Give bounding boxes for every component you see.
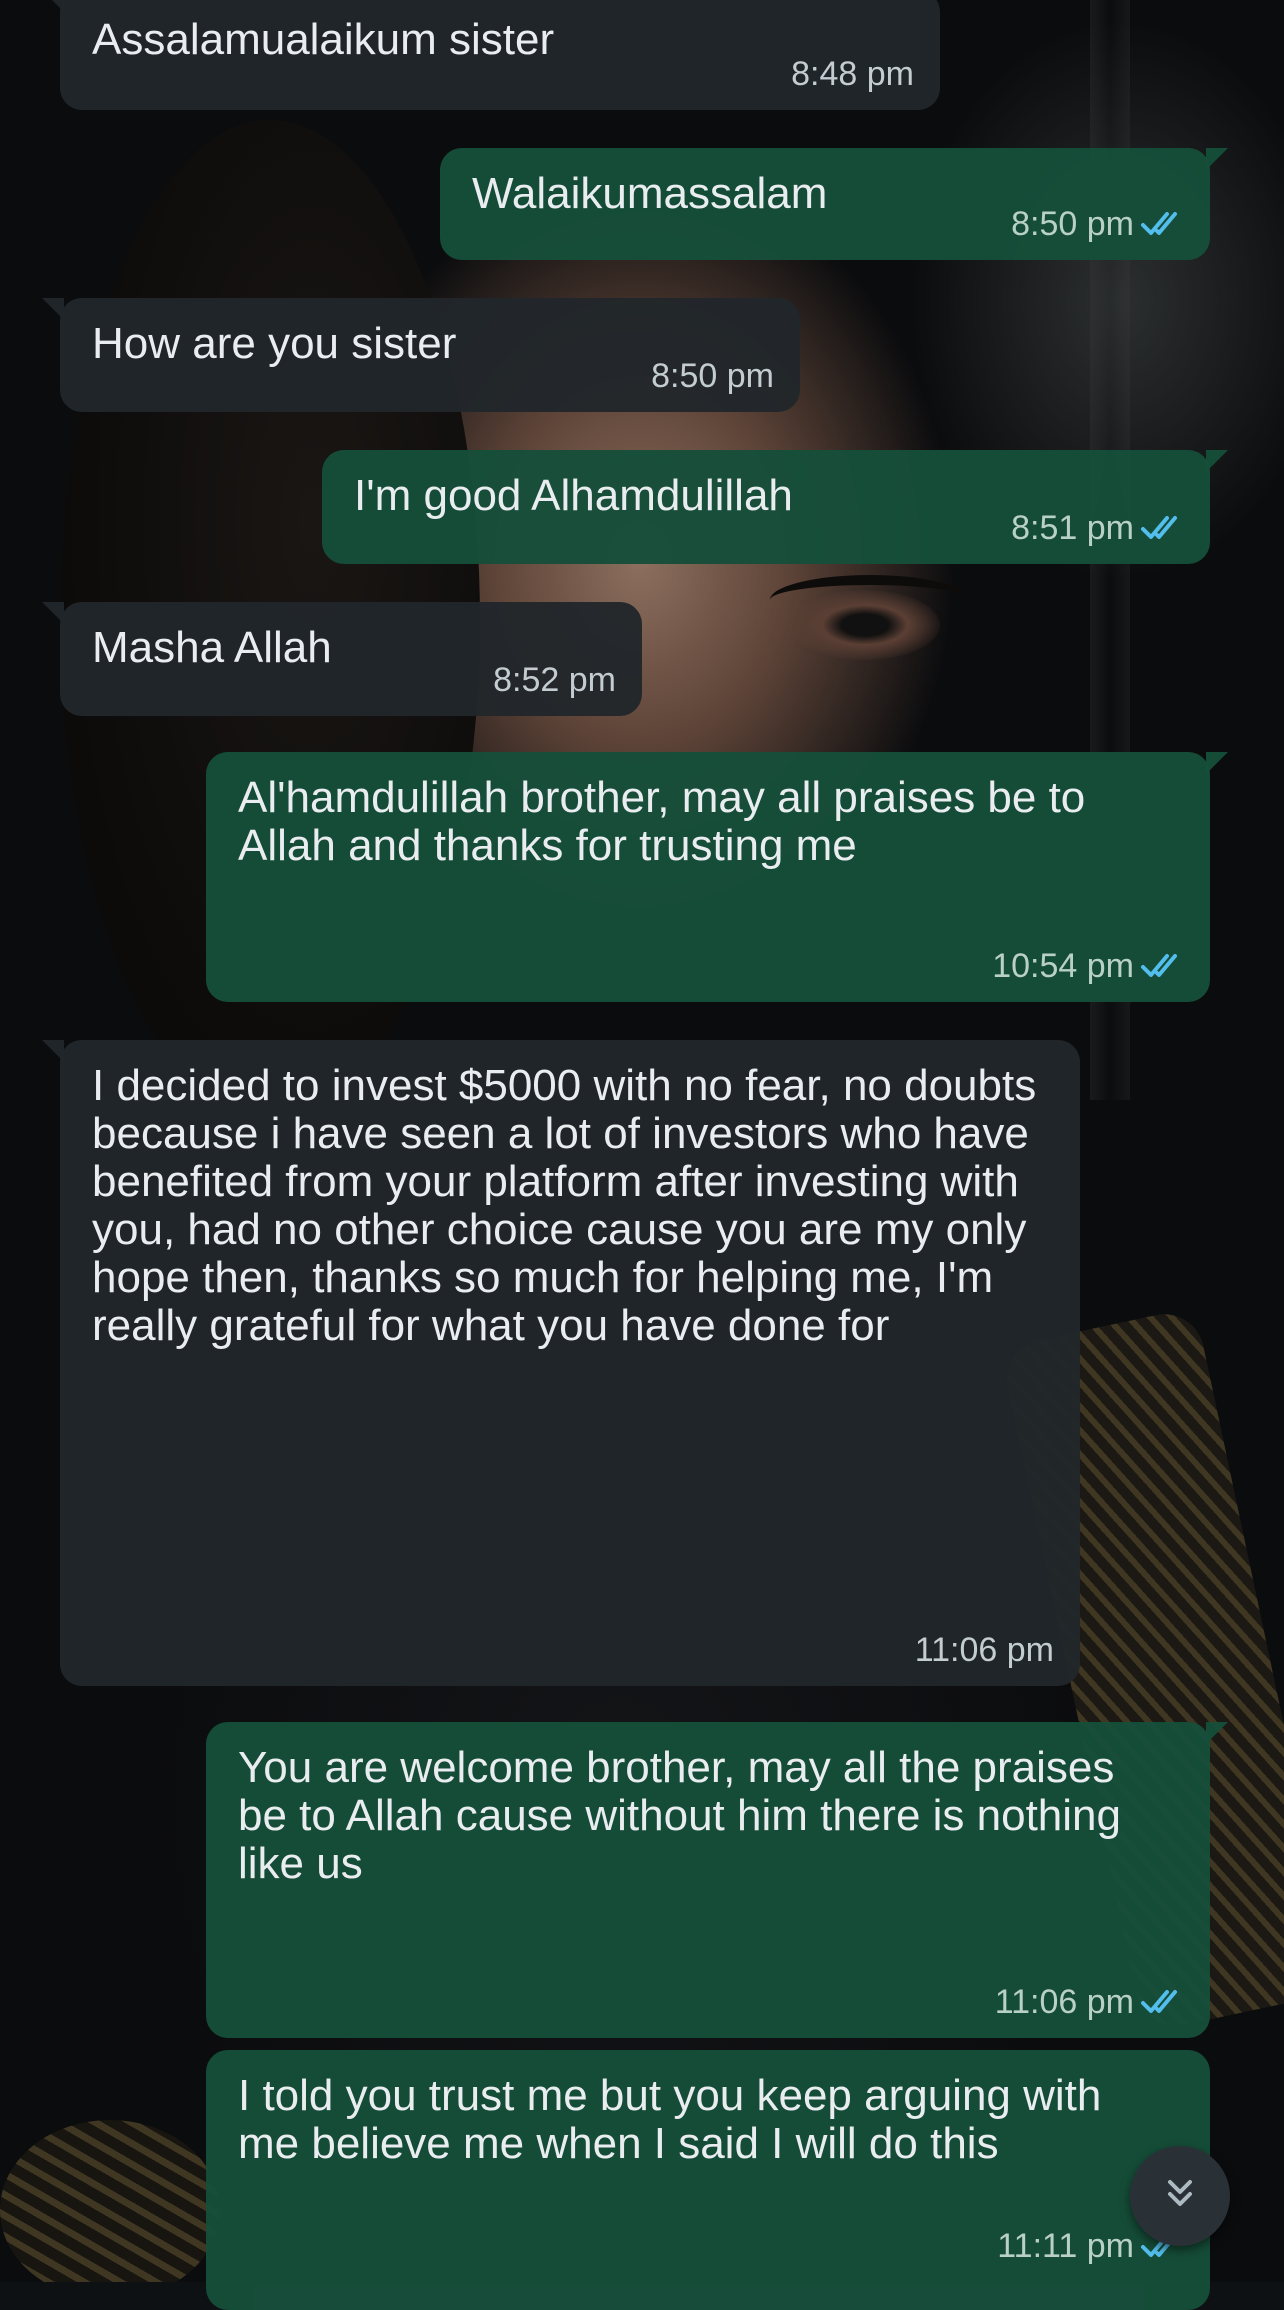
scroll-to-bottom-button[interactable] [1130,2146,1230,2246]
message-bubble-incoming[interactable]: Assalamualaikum sister 8:48 pm [42,0,940,110]
message-meta: 8:48 pm [791,56,914,92]
double-check-icon [1140,1987,1184,2017]
message-time: 11:11 pm [997,2227,1134,2265]
message-time: 11:06 pm [994,1983,1134,2021]
message-meta: 11:06 pm [915,1632,1054,1668]
message-meta: 11:06 pm [995,1984,1184,2020]
message-text: I decided to invest $5000 with no fear, … [92,1061,1049,1350]
message-meta: 8:50 pm [651,358,774,394]
message-text: I told you trust me but you keep arguing… [238,2071,1114,2168]
message-bubble-incoming[interactable]: How are you sister 8:50 pm [42,298,800,412]
message-bubble-incoming[interactable]: I decided to invest $5000 with no fear, … [42,1040,1080,1686]
message-time: 10:54 pm [992,947,1134,985]
message-text: Al'hamdulillah brother, may all praises … [238,773,1096,870]
message-meta: 10:54 pm [992,948,1184,984]
message-bubble-outgoing[interactable]: Walaikumassalam 8:50 pm [440,148,1228,260]
message-text: You are welcome brother, may all the pra… [238,1743,1134,1888]
message-bubble-outgoing[interactable]: Al'hamdulillah brother, may all praises … [206,752,1228,1002]
message-time: 8:51 pm [1011,509,1134,547]
message-meta: 8:50 pm [1011,206,1184,242]
message-time: 8:50 pm [1011,205,1134,243]
message-bubble-outgoing[interactable]: You are welcome brother, may all the pra… [206,1722,1228,2038]
message-bubble-outgoing[interactable]: I told you trust me but you keep arguing… [206,2050,1210,2310]
message-meta: 8:52 pm [493,662,616,698]
message-time: 11:06 pm [914,1631,1054,1669]
message-time: 8:48 pm [791,55,914,93]
message-time: 8:52 pm [493,661,616,699]
double-check-icon [1140,513,1184,543]
message-bubble-incoming[interactable]: Masha Allah 8:52 pm [42,602,642,716]
message-meta: 8:51 pm [1011,510,1184,546]
double-check-icon [1140,209,1184,239]
wallpaper-eye [790,590,940,660]
wallpaper-embroidery-corner [0,2120,220,2282]
message-bubble-outgoing[interactable]: I'm good Alhamdulillah 8:51 pm [322,450,1228,564]
double-check-icon [1140,951,1184,981]
chevrons-down-icon [1160,2174,1200,2219]
message-time: 8:50 pm [651,357,774,395]
